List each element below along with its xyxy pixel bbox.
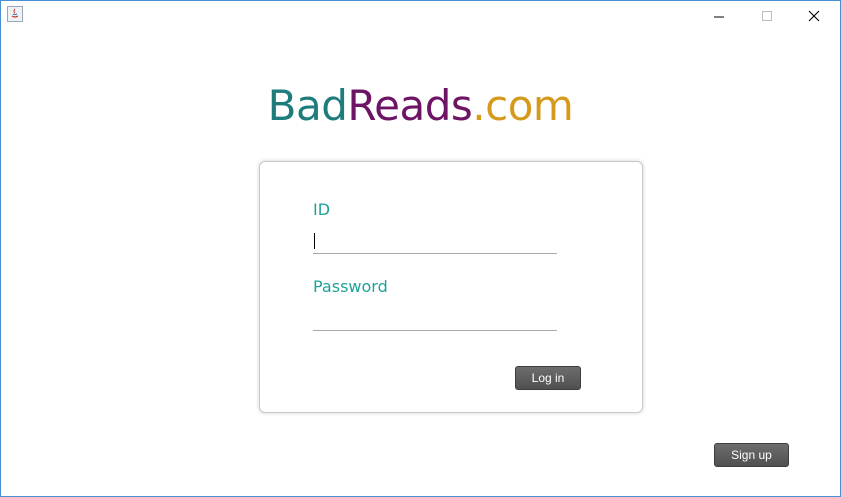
java-icon: [7, 6, 23, 22]
login-panel: ID Password Log in: [259, 161, 643, 413]
close-icon: [808, 10, 820, 22]
password-field[interactable]: [313, 306, 557, 331]
brand-part-com: .com: [472, 81, 574, 130]
brand-logo: BadReads.com: [1, 81, 840, 130]
minimize-button[interactable]: [696, 1, 742, 31]
title-bar[interactable]: [1, 1, 840, 31]
id-label: ID: [313, 200, 331, 219]
text-caret: [314, 233, 315, 249]
id-field[interactable]: [313, 229, 557, 254]
password-label: Password: [313, 277, 388, 296]
brand-part-bad: Bad: [267, 81, 348, 130]
login-button[interactable]: Log in: [515, 366, 581, 390]
close-button[interactable]: [791, 1, 837, 31]
maximize-icon: [762, 11, 772, 21]
signup-button[interactable]: Sign up: [714, 443, 789, 467]
maximize-button[interactable]: [744, 1, 790, 31]
brand-part-reads: Reads: [347, 81, 473, 130]
minimize-icon: [714, 16, 724, 18]
app-window: BadReads.com ID Password Log in Sign up: [0, 0, 841, 497]
